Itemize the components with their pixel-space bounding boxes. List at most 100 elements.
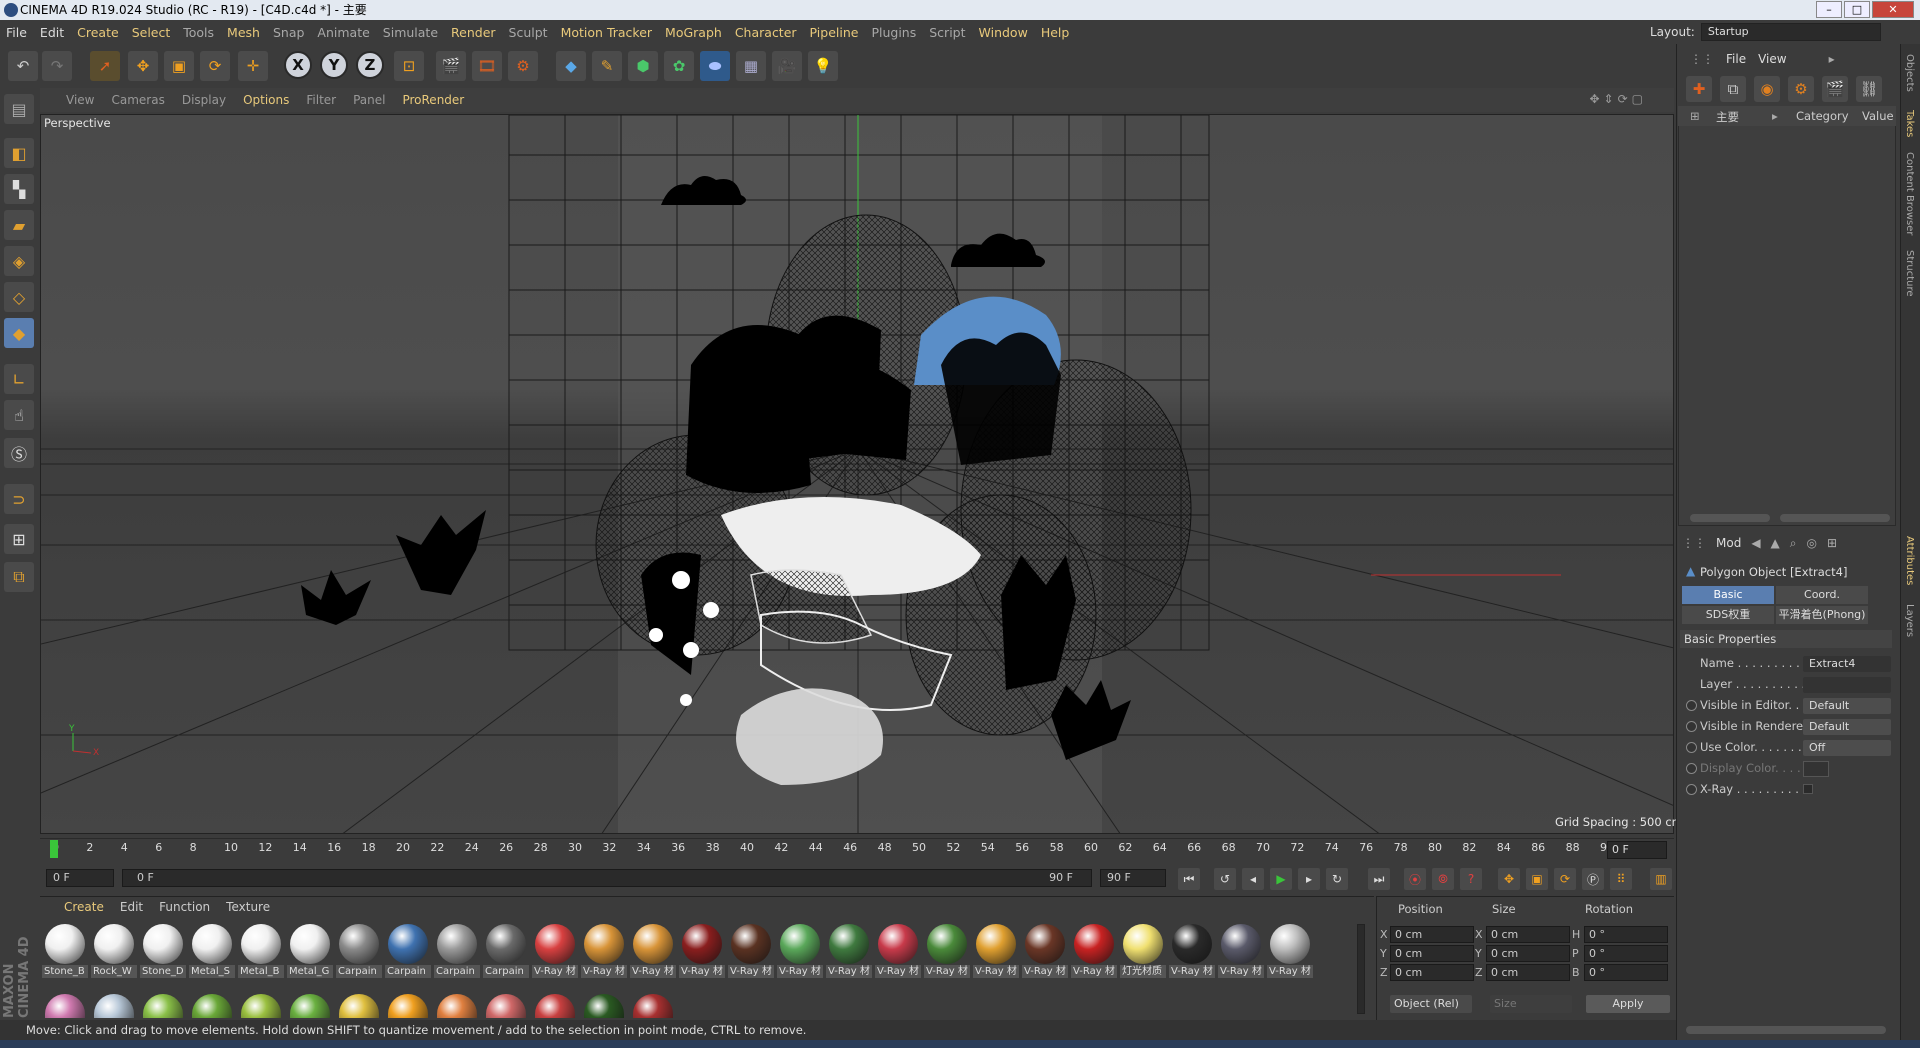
live-selection-icon[interactable]: ✛ — [238, 51, 268, 81]
goto-start-icon[interactable]: ⏮ — [1178, 868, 1200, 890]
animate-toggle-icon[interactable] — [1686, 700, 1697, 711]
cloner-icon[interactable]: ✿ — [664, 51, 694, 81]
take-add-icon[interactable]: ✚ — [1686, 76, 1712, 102]
key-rotation-icon[interactable]: ⟳ — [1554, 868, 1576, 890]
object-list-scrollbar-right[interactable] — [1780, 514, 1890, 522]
key-parameter-icon[interactable]: Ⓟ — [1582, 868, 1604, 890]
attribute-value[interactable]: Default — [1803, 698, 1891, 714]
attribute-value[interactable] — [1803, 677, 1891, 693]
obj-menu-view[interactable]: View — [1758, 52, 1786, 66]
texture-mode-icon[interactable]: ▚ — [4, 174, 34, 204]
current-frame-field[interactable]: 0 F — [1607, 841, 1667, 859]
menu-motion-tracker[interactable]: Motion Tracker — [561, 25, 652, 40]
material-swatch[interactable]: V-Ray 材 — [532, 924, 578, 980]
previous-key-icon[interactable]: ↺ — [1214, 868, 1236, 890]
menu-pipeline[interactable]: Pipeline — [810, 25, 859, 40]
attribute-value[interactable]: Default — [1803, 719, 1891, 735]
material-swatch[interactable]: Metal_S — [189, 924, 235, 980]
attribute-value[interactable] — [1803, 784, 1813, 794]
vp-menu-display[interactable]: Display — [182, 93, 226, 107]
side-tab-attributes[interactable]: Attributes — [1904, 536, 1915, 585]
menu-select[interactable]: Select — [132, 25, 171, 40]
coord-size-dropdown[interactable]: Size — [1490, 995, 1572, 1013]
tab-coord[interactable]: Coord. — [1776, 586, 1868, 604]
playhead-marker[interactable] — [50, 840, 58, 858]
attr-up-icon[interactable]: ▲ — [1771, 536, 1780, 551]
vp-menu-options[interactable]: Options — [243, 93, 289, 107]
record-keys-icon[interactable]: ⦿ — [1404, 868, 1426, 890]
lock-workplane-icon[interactable]: ⊞ — [4, 524, 34, 554]
redo-icon[interactable]: ↷ — [42, 51, 72, 81]
menu-sculpt[interactable]: Sculpt — [509, 25, 548, 40]
material-swatch[interactable]: V-Ray 材 — [1169, 924, 1215, 980]
minimize-button[interactable]: – — [1816, 1, 1842, 18]
vp-menu-prorender[interactable]: ProRender — [402, 93, 464, 107]
render-view-icon[interactable]: 🎬 — [436, 51, 466, 81]
subdivision-surface-icon[interactable]: ⬢ — [628, 51, 658, 81]
vp-menu-panel[interactable]: Panel — [353, 93, 385, 107]
side-tab-structure[interactable]: Structure — [1904, 250, 1915, 297]
menu-mesh[interactable]: Mesh — [227, 25, 260, 40]
make-editable-icon[interactable]: ▤ — [4, 94, 34, 124]
size-field[interactable]: 0 cm — [1486, 926, 1570, 943]
take-clone-icon[interactable]: ⧉ — [1720, 76, 1746, 102]
solo-mode-icon[interactable]: Ⓢ — [4, 438, 34, 468]
viewport-navigation-icons[interactable]: ✥⇕⟳▢ — [1589, 92, 1647, 106]
menu-edit[interactable]: Edit — [40, 25, 64, 40]
key-position-icon[interactable]: ✥ — [1498, 868, 1520, 890]
menu-animate[interactable]: Animate — [317, 25, 369, 40]
column-category[interactable]: Category — [1796, 109, 1849, 123]
play-icon[interactable]: ▶ — [1270, 868, 1292, 890]
material-swatch[interactable]: V-Ray 材 — [728, 924, 774, 980]
material-swatch[interactable]: Stone_B — [42, 924, 88, 980]
material-swatch[interactable]: 灯光材质 — [1120, 924, 1166, 980]
key-pla-icon[interactable]: ⠿ — [1610, 868, 1632, 890]
animate-toggle-icon[interactable] — [1686, 742, 1697, 753]
object-list[interactable] — [1678, 106, 1896, 526]
cube-primitive-icon[interactable]: ◆ — [556, 51, 586, 81]
attribute-value[interactable]: Off — [1803, 740, 1891, 756]
material-swatch[interactable]: V-Ray 材 — [1022, 924, 1068, 980]
start-frame-field[interactable]: 0 F — [46, 869, 114, 887]
material-swatch[interactable]: Carpain — [434, 924, 480, 980]
attribute-value[interactable] — [1803, 761, 1829, 777]
render-settings-icon[interactable]: ⚙ — [508, 51, 538, 81]
perspective-viewport[interactable]: Y X — [40, 114, 1674, 834]
light-icon[interactable]: 💡 — [808, 51, 838, 81]
frame-range-slider[interactable]: 0 F 90 F — [122, 869, 1092, 887]
menu-plugins[interactable]: Plugins — [871, 25, 916, 40]
menu-help[interactable]: Help — [1041, 25, 1070, 40]
material-swatch[interactable]: V-Ray 材 — [777, 924, 823, 980]
timeline-ruler[interactable]: 0246810121416182022242628303234363840424… — [40, 838, 1674, 860]
material-swatch[interactable]: V-Ray 材 — [679, 924, 725, 980]
deformer-icon[interactable]: ⬬ — [700, 51, 730, 81]
material-swatch[interactable]: V-Ray 材 — [826, 924, 872, 980]
attr-mode-menu[interactable]: Mod — [1716, 536, 1741, 551]
floor-icon[interactable]: ▦ — [736, 51, 766, 81]
model-mode-icon[interactable]: ◧ — [4, 138, 34, 168]
polygons-mode-icon[interactable]: ◆ — [4, 318, 34, 348]
next-frame-icon[interactable]: ▸ — [1298, 868, 1320, 890]
material-swatch[interactable]: V-Ray 材 — [924, 924, 970, 980]
next-key-icon[interactable]: ↻ — [1326, 868, 1348, 890]
menu-create[interactable]: Create — [77, 25, 119, 40]
obj-menu-file[interactable]: File — [1726, 52, 1746, 66]
edges-mode-icon[interactable]: ◇ — [4, 282, 34, 312]
keyframe-selection-icon[interactable]: ? — [1460, 868, 1482, 890]
pen-spline-icon[interactable]: ✎ — [592, 51, 622, 81]
x-axis-lock-button[interactable]: X — [284, 51, 312, 79]
mat-menu-create[interactable]: Create — [64, 900, 104, 914]
tweak-mode-icon[interactable]: ☝ — [4, 400, 34, 430]
apply-button[interactable]: Apply — [1586, 995, 1670, 1013]
menu-file[interactable]: File — [6, 25, 27, 40]
take-auto-icon[interactable]: ⚙ — [1788, 76, 1814, 102]
close-button[interactable]: ✕ — [1872, 1, 1914, 18]
menu-simulate[interactable]: Simulate — [383, 25, 438, 40]
side-tab-takes[interactable]: Takes — [1904, 110, 1915, 137]
timeline-window-icon[interactable]: ▥ — [1650, 868, 1672, 890]
camera-icon[interactable]: 🎥 — [772, 51, 802, 81]
material-swatch[interactable]: Metal_B — [238, 924, 284, 980]
menu-tools[interactable]: Tools — [183, 25, 214, 40]
material-scrollbar[interactable] — [1357, 924, 1365, 1014]
goto-end-icon[interactable]: ⏭ — [1368, 868, 1390, 890]
